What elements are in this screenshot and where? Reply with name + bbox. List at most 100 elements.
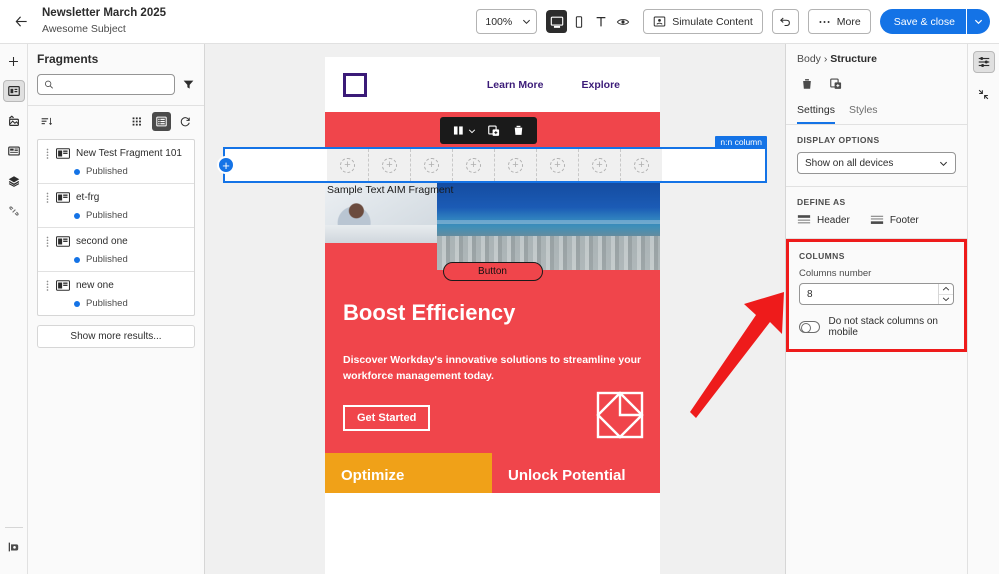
chevron-down-icon — [468, 127, 476, 135]
filter-button[interactable] — [182, 78, 195, 91]
rail-item-links[interactable] — [3, 200, 25, 222]
breadcrumb-separator: › — [824, 53, 828, 65]
zoom-select[interactable]: 100% — [476, 9, 537, 34]
status-dot — [74, 213, 80, 219]
hero-cta-button[interactable]: Get Started — [343, 405, 430, 431]
view-mode-text[interactable] — [590, 10, 611, 33]
back-button[interactable] — [4, 5, 38, 39]
rail-item-page-info[interactable] — [3, 536, 25, 558]
email-canvas[interactable]: Learn More Explore Button Boost Efficien… — [205, 44, 785, 574]
drag-handle-icon[interactable] — [45, 235, 50, 248]
display-options-select[interactable]: Show on all devices — [797, 152, 956, 174]
rail-item-properties[interactable] — [973, 51, 995, 73]
grid-view-button[interactable] — [128, 112, 147, 131]
text-icon — [594, 15, 608, 29]
fragment-status-row: Published — [74, 254, 187, 265]
tab-settings[interactable]: Settings — [797, 100, 835, 124]
list-item[interactable]: New Test Fragment 101 Published — [38, 140, 194, 184]
drag-handle-icon[interactable] — [45, 191, 50, 204]
add-structure-button[interactable]: + — [217, 156, 235, 174]
more-button[interactable]: More — [808, 9, 871, 34]
status-dot — [74, 257, 80, 263]
status-badge: Published — [86, 166, 128, 177]
email-hero-section[interactable]: Boost Efficiency Discover Workday's inno… — [325, 294, 660, 453]
properties-header: Body › Structure — [786, 44, 967, 94]
status-badge: Published — [86, 210, 128, 221]
view-mode-mobile[interactable] — [568, 10, 589, 33]
duplicate-icon — [487, 124, 501, 138]
undo-button[interactable] — [772, 9, 799, 34]
tab-styles[interactable]: Styles — [849, 100, 878, 124]
toolbar-actions: 100% — [476, 9, 999, 34]
header-icon — [797, 214, 811, 226]
delete-button[interactable] — [508, 120, 529, 141]
email-column-optimize[interactable]: Optimize — [325, 453, 492, 493]
email-column-unlock-potential[interactable]: Unlock Potential — [492, 453, 660, 493]
drag-handle-icon[interactable] — [45, 279, 50, 292]
view-mode-preview[interactable] — [612, 10, 633, 33]
add-cell-icon: + — [508, 158, 523, 173]
columns-number-label: Columns number — [799, 268, 954, 279]
define-as-header-option[interactable]: Header — [797, 214, 850, 226]
properties-actions — [797, 74, 956, 94]
columns-layout-button[interactable] — [448, 120, 480, 141]
column-drop-cell[interactable]: + — [411, 149, 453, 181]
fragments-search-row — [37, 74, 195, 95]
column-drop-cell[interactable]: + — [495, 149, 537, 181]
diamond-mark-icon — [596, 391, 644, 439]
column-drop-cell[interactable]: + — [369, 149, 411, 181]
rail-item-layers[interactable] — [3, 170, 25, 192]
rail-item-add[interactable] — [3, 50, 25, 72]
column-drop-cell[interactable]: + — [453, 149, 495, 181]
simulate-content-button[interactable]: Simulate Content — [643, 9, 763, 34]
save-and-close-button[interactable]: Save & close — [880, 9, 966, 34]
list-item[interactable]: et-frg Published — [38, 184, 194, 228]
column-drop-cell[interactable]: + — [579, 149, 621, 181]
refresh-button[interactable] — [176, 112, 195, 131]
stepper-increment-button[interactable] — [939, 284, 953, 295]
columns-number-value[interactable]: 8 — [800, 284, 938, 304]
fragment-row-main: New Test Fragment 101 — [45, 147, 187, 160]
email-two-column-section[interactable]: Optimize Unlock Potential — [325, 453, 660, 493]
rail-item-content[interactable] — [3, 140, 25, 162]
email-header-section[interactable]: Learn More Explore — [325, 57, 660, 112]
list-item[interactable]: second one Published — [38, 228, 194, 272]
stepper-decrement-button[interactable] — [939, 295, 953, 305]
column-drop-cell[interactable]: + — [537, 149, 579, 181]
block-float-toolbar — [440, 117, 537, 144]
stack-columns-toggle[interactable] — [799, 321, 820, 333]
trash-icon — [800, 77, 814, 91]
columns-number-stepper[interactable]: 8 — [799, 283, 954, 305]
rail-item-assets[interactable] — [3, 110, 25, 132]
duplicate-button[interactable] — [483, 120, 505, 141]
more-label: More — [837, 16, 861, 28]
assets-icon — [7, 114, 21, 128]
email-nav-link-learn-more[interactable]: Learn More — [487, 79, 544, 91]
rail-item-collapse[interactable] — [973, 83, 995, 105]
fragments-icon — [7, 84, 21, 98]
define-as-footer-option[interactable]: Footer — [870, 214, 919, 226]
panel-duplicate-button[interactable] — [826, 74, 846, 94]
selected-structure-row[interactable]: + + + + + + + + n:n column — [223, 147, 767, 183]
list-view-button[interactable] — [152, 112, 171, 131]
page-subtitle: Awesome Subject — [42, 24, 166, 36]
sort-button[interactable] — [37, 112, 56, 131]
columns-icon — [452, 124, 465, 137]
rail-item-fragments[interactable] — [3, 80, 25, 102]
view-mode-desktop[interactable] — [546, 10, 567, 33]
save-options-button[interactable] — [966, 9, 990, 34]
column-drop-cell[interactable]: + — [327, 149, 369, 181]
right-icon-rail — [967, 44, 999, 574]
fragment-name: New Test Fragment 101 — [76, 148, 182, 159]
list-item[interactable]: new one Published — [38, 272, 194, 315]
search-input[interactable] — [59, 78, 168, 91]
email-nav-link-explore[interactable]: Explore — [581, 79, 620, 91]
drag-handle-icon[interactable] — [45, 147, 50, 160]
breadcrumb-parent[interactable]: Body — [797, 53, 821, 65]
column-drop-cell[interactable]: + — [621, 149, 662, 181]
panel-delete-button[interactable] — [797, 74, 817, 94]
email-button[interactable]: Button — [443, 262, 543, 281]
page-title: Newsletter March 2025 — [42, 7, 166, 20]
show-more-results-button[interactable]: Show more results... — [37, 325, 195, 348]
search-field[interactable] — [37, 74, 175, 95]
